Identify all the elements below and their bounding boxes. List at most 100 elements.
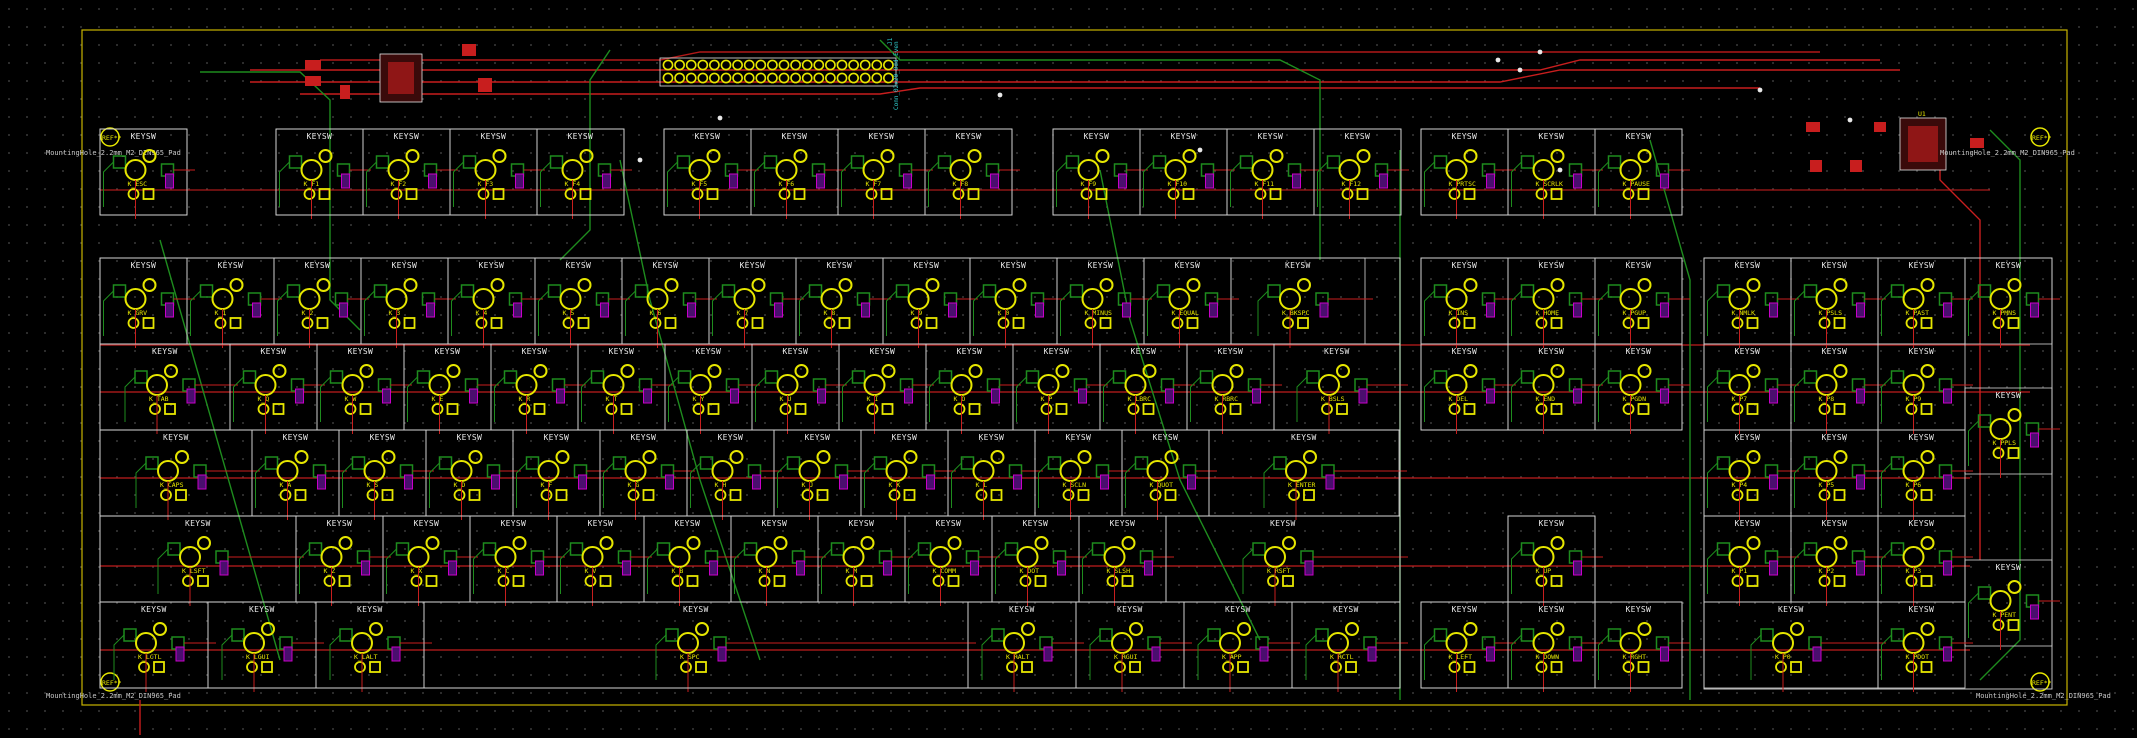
key-switch-footprint[interactable]: KEYSWK_F2 xyxy=(362,128,458,219)
key-switch-footprint[interactable]: KEYSW K_DOWN xyxy=(1507,601,1603,692)
key-switch-footprint[interactable]: KEYSW K_Z xyxy=(295,515,391,606)
key-switch-footprint[interactable]: KEYSW K_O xyxy=(925,343,1021,434)
key-switch-footprint[interactable]: KEYSW K_SLSH xyxy=(1078,515,1174,606)
key-switch-footprint[interactable]: KEYSW K_COMM xyxy=(904,515,1000,606)
key-switch-footprint[interactable]: KEYSW K_K xyxy=(860,429,956,520)
key-switch-footprint[interactable]: KEYSW K_RGHT xyxy=(1594,601,1690,692)
key-switch-footprint[interactable]: KEYSW K_N xyxy=(730,515,826,606)
key-switch-footprint[interactable]: KEYSW K_BKSPC xyxy=(1230,257,1373,348)
key-switch-footprint[interactable]: KEYSW K_DEL xyxy=(1420,343,1516,434)
key-switch-footprint[interactable]: KEYSWK_P4 xyxy=(1703,429,1799,520)
key-switch-footprint[interactable]: KEYSW K_RCTL xyxy=(1291,601,1408,692)
key-switch-footprint[interactable]: KEYSW K_5 xyxy=(534,257,630,348)
key-switch-footprint[interactable]: KEYSWK_P9 xyxy=(1877,343,1973,434)
key-switch-footprint[interactable]: KEYSW K_6 xyxy=(621,257,717,348)
key-switch-footprint[interactable]: KEYSW K_3 xyxy=(360,257,456,348)
key-switch-footprint[interactable]: KEYSW K_7 xyxy=(708,257,804,348)
mounting-hole-bottom-left[interactable]: REF** MountingHole_2.2mm_M2_DIN965_Pad xyxy=(46,672,181,700)
key-switch-footprint[interactable]: KEYSW K_Q xyxy=(229,343,325,434)
key-switch-footprint[interactable]: KEYSWK_F8 xyxy=(924,128,1020,219)
key-switch-footprint[interactable]: KEYSW K_APP xyxy=(1183,601,1300,692)
key-switch-footprint[interactable]: KEYSW K_INS xyxy=(1420,257,1516,348)
key-switch-footprint[interactable]: KEYSW K_NMLK xyxy=(1703,257,1799,348)
key-switch-footprint[interactable]: KEYSW K_BSLS xyxy=(1273,343,1408,434)
key-switch-footprint[interactable]: KEYSW K_PDOT xyxy=(1877,601,1973,692)
key-switch-footprint[interactable]: KEYSW K_LSFT xyxy=(99,515,304,606)
key-switch-footprint[interactable]: KEYSW K_ENTER xyxy=(1208,429,1407,520)
key-switch-footprint[interactable]: KEYSW K_SPC xyxy=(423,601,976,692)
key-switch-footprint[interactable]: KEYSWK_P3 xyxy=(1877,515,1973,606)
key-switch-footprint[interactable]: KEYSW K_G xyxy=(599,429,695,520)
key-switch-footprint[interactable]: KEYSWK_P7 xyxy=(1703,343,1799,434)
key-switch-footprint[interactable]: KEYSW K_TAB xyxy=(99,343,238,434)
key-switch-footprint[interactable]: KEYSW K_RGUI xyxy=(1075,601,1192,692)
key-switch-footprint[interactable]: KEYSW K_PGDN xyxy=(1594,343,1690,434)
key-switch-footprint[interactable]: KEYSW K_8 xyxy=(795,257,891,348)
key-switch-footprint[interactable]: KEYSW K_P xyxy=(1012,343,1108,434)
key-switch-footprint[interactable]: KEYSW K_X xyxy=(382,515,478,606)
key-switch-footprint[interactable]: KEYSW K_0 xyxy=(969,257,1065,348)
key-switch-footprint[interactable]: KEYSW K_A xyxy=(251,429,347,520)
key-switch-footprint[interactable]: KEYSW K_M xyxy=(817,515,913,606)
key-switch-footprint[interactable]: KEYSWK_F6 xyxy=(750,128,846,219)
key-switch-footprint[interactable]: KEYSWK_F1 xyxy=(275,128,371,219)
key-switch-footprint[interactable]: KEYSWK_F4 xyxy=(536,128,632,219)
key-switch-footprint[interactable]: KEYSW K_PPLS xyxy=(1964,387,2060,478)
key-switch-footprint[interactable]: KEYSW K_T xyxy=(577,343,673,434)
key-switch-footprint[interactable]: KEYSWK_P1 xyxy=(1703,515,1799,606)
key-switch-footprint[interactable]: KEYSW K_LGUI xyxy=(207,601,324,692)
header-connector[interactable]: Conn_02x20_Odd_Even J1 xyxy=(659,37,900,110)
key-switch-footprint[interactable]: KEYSW K_SCRLK xyxy=(1507,128,1603,219)
key-switch-footprint[interactable]: KEYSWK_P5 xyxy=(1790,429,1886,520)
key-switch-footprint[interactable]: KEYSW K_HOME xyxy=(1507,257,1603,348)
key-switch-footprint[interactable]: KEYSWK_UP xyxy=(1507,515,1603,606)
key-switch-footprint[interactable]: KEYSW K_U xyxy=(751,343,847,434)
key-switch-footprint[interactable]: KEYSW K_F xyxy=(512,429,608,520)
key-switch-footprint[interactable]: KEYSW K_2 xyxy=(273,257,369,348)
controller-chip-right[interactable]: U1 xyxy=(1806,110,1984,172)
key-switch-footprint[interactable]: KEYSWK_F7 xyxy=(837,128,933,219)
key-switch-footprint[interactable]: KEYSWK_F5 xyxy=(663,128,759,219)
mounting-hole-bottom-right[interactable]: REF** MountingHole_2.2mm_M2_DIN965_Pad xyxy=(1976,672,2111,700)
key-switch-footprint[interactable]: KEYSWK_P0 xyxy=(1703,601,1886,692)
key-switch-footprint[interactable]: KEYSW K_V xyxy=(556,515,652,606)
mounting-hole-top-right[interactable]: REF** MountingHole_2.2mm_M2_DIN965_Pad xyxy=(1940,127,2075,157)
key-switch-footprint[interactable]: KEYSW K_QUOT xyxy=(1121,429,1217,520)
pcb-canvas[interactable]: Conn_02x20_Odd_Even J1 U1 REF** Mounting… xyxy=(0,0,2137,738)
key-switch-footprint[interactable]: KEYSW K_RALT xyxy=(967,601,1084,692)
key-switch-footprint[interactable]: KEYSW K_LEFT xyxy=(1420,601,1516,692)
key-switch-footprint[interactable]: KEYSWK_F3 xyxy=(449,128,545,219)
key-switch-footprint[interactable]: KEYSW K_1 xyxy=(186,257,282,348)
key-switch-footprint[interactable]: KEYSW K_C xyxy=(469,515,565,606)
key-switch-footprint[interactable]: KEYSW K_GRV xyxy=(99,257,195,348)
key-switch-footprint[interactable]: KEYSW K_I xyxy=(838,343,934,434)
key-switch-footprint[interactable]: KEYSW K_DOT xyxy=(991,515,1087,606)
key-switch-footprint[interactable]: KEYSWK_P2 xyxy=(1790,515,1886,606)
key-switch-footprint[interactable]: KEYSW K_H xyxy=(686,429,782,520)
key-switch-footprint[interactable]: KEYSW K_LALT xyxy=(315,601,432,692)
key-switch-footprint[interactable]: KEYSWK_P8 xyxy=(1790,343,1886,434)
key-switch-footprint[interactable]: KEYSW K_D xyxy=(425,429,521,520)
key-switch-footprint[interactable]: KEYSW K_SCLN xyxy=(1034,429,1130,520)
key-switch-footprint[interactable]: KEYSW K_END xyxy=(1507,343,1603,434)
key-switch-footprint[interactable]: KEYSW K_E xyxy=(403,343,499,434)
key-switch-footprint[interactable]: KEYSW K_LBRC xyxy=(1099,343,1195,434)
key-switch-footprint[interactable]: KEYSW K_PAST xyxy=(1877,257,1973,348)
key-switch-footprint[interactable]: KEYSW K_F12 xyxy=(1313,128,1409,219)
key-switch-footprint[interactable]: KEYSW K_S xyxy=(338,429,434,520)
key-switch-footprint[interactable]: KEYSW K_F11 xyxy=(1226,128,1322,219)
key-switch-footprint[interactable]: KEYSW K_RBRC xyxy=(1186,343,1282,434)
key-switch-footprint[interactable]: KEYSW K_PAUSE xyxy=(1594,128,1690,219)
key-switch-footprint[interactable]: KEYSW K_W xyxy=(316,343,412,434)
key-switch-footprint[interactable]: KEYSWK_P6 xyxy=(1877,429,1973,520)
key-switch-footprint[interactable]: KEYSW K_EQUAL xyxy=(1143,257,1239,348)
mounting-hole-top-left[interactable]: REF** MountingHole_2.2mm_M2_DIN965_Pad xyxy=(46,127,181,157)
key-switch-footprint[interactable]: KEYSW K_F10 xyxy=(1139,128,1235,219)
key-switch-footprint[interactable]: KEYSW K_PMNS xyxy=(1964,257,2060,348)
key-switch-footprint[interactable]: KEYSW K_RSFT xyxy=(1165,515,1408,606)
key-switch-footprint[interactable]: KEYSW K_Y xyxy=(664,343,760,434)
key-switch-footprint[interactable]: KEYSW K_PENT xyxy=(1964,559,2060,650)
key-switch-footprint[interactable]: KEYSW K_PGUP xyxy=(1594,257,1690,348)
key-switch-footprint[interactable]: KEYSW K_J xyxy=(773,429,869,520)
key-switch-footprint[interactable]: KEYSW K_R xyxy=(490,343,586,434)
